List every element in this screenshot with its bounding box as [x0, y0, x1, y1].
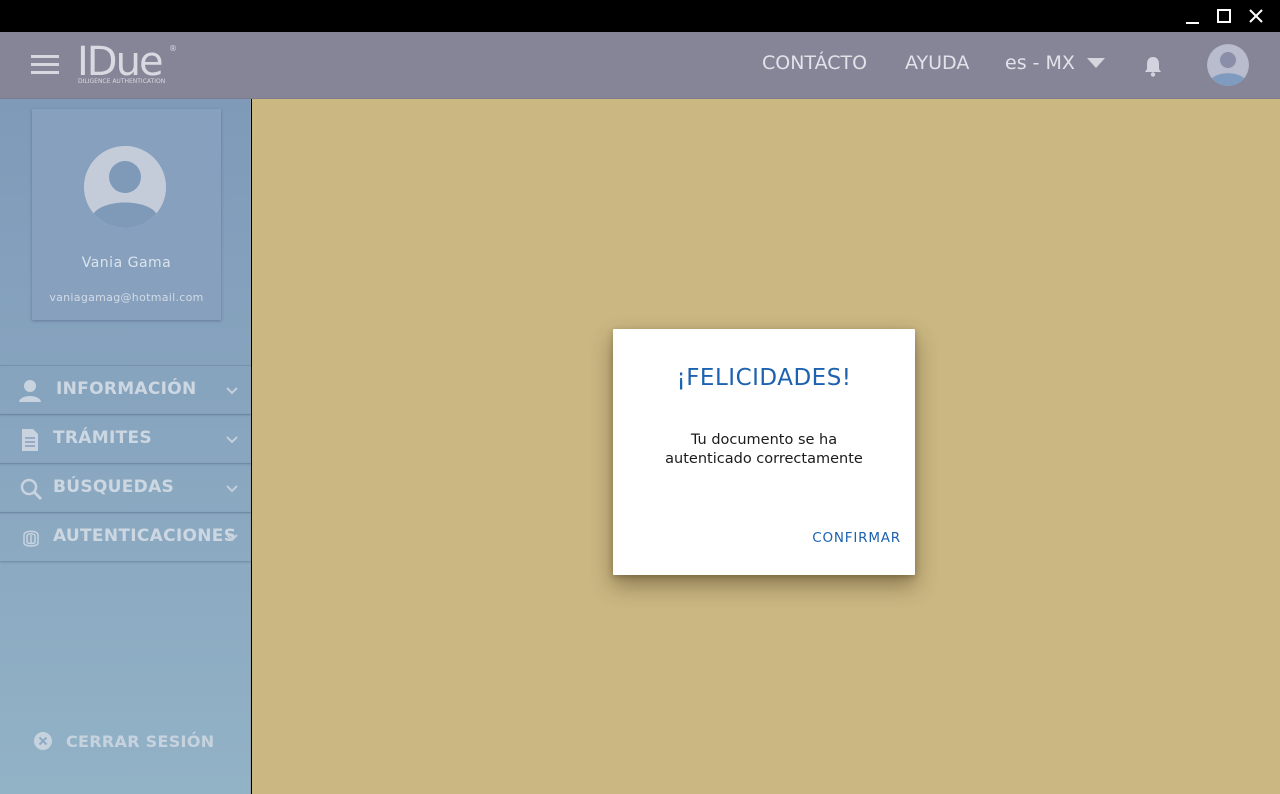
close-button[interactable]	[1240, 0, 1272, 32]
maximize-button[interactable]	[1208, 0, 1240, 32]
chevron-down-icon	[226, 534, 238, 542]
dialog-title: ¡FELICIDADES!	[676, 365, 852, 391]
language-label: es - MX	[1005, 52, 1075, 74]
logout-label: CERRAR SESIÓN	[66, 731, 215, 751]
minimize-button[interactable]	[1176, 0, 1208, 32]
dialog-message: Tu documento se ha autenticado correctam…	[665, 432, 863, 467]
nav-contacto-link[interactable]: CONTÁCTO	[762, 52, 867, 74]
language-selector[interactable]: es - MX	[1005, 52, 1105, 74]
sidebar-item-tramites[interactable]: TRÁMITES	[0, 414, 251, 463]
sidebar-item-informacion[interactable]: INFORMACIÓN	[0, 365, 251, 414]
confirm-button[interactable]: CONFIRMAR	[812, 530, 901, 546]
sidebar-item-label: INFORMACIÓN	[56, 379, 197, 399]
sidebar-item-autenticaciones[interactable]: AUTENTICACIONES	[0, 512, 251, 561]
user-avatar-icon[interactable]	[1207, 44, 1249, 86]
sidebar-item-label: TRÁMITES	[53, 428, 152, 448]
nav-ayuda-link[interactable]: AYUDA	[905, 52, 969, 74]
person-icon	[17, 378, 43, 404]
logout-button[interactable]: CERRAR SESIÓN	[33, 731, 214, 751]
profile-card: Vania Gama vaniagamag@hotmail.com	[32, 109, 221, 320]
fingerprint-icon	[18, 525, 44, 551]
chevron-down-icon	[226, 485, 238, 493]
logo[interactable]: IDue ® DILIGENCE AUTHENTICATION	[77, 40, 187, 92]
minimize-icon	[1186, 22, 1199, 24]
hamburger-menu-icon[interactable]	[31, 55, 59, 77]
document-icon	[17, 427, 43, 453]
logo-subtitle: DILIGENCE AUTHENTICATION	[78, 78, 166, 85]
close-circle-icon	[34, 732, 52, 750]
chevron-down-icon	[226, 436, 238, 444]
profile-avatar-icon	[84, 146, 166, 228]
maximize-icon	[1217, 9, 1231, 23]
sidebar-item-label: BÚSQUEDAS	[53, 477, 175, 497]
close-icon	[1249, 9, 1263, 23]
success-dialog: ¡FELICIDADES! Tu documento se ha autenti…	[613, 329, 915, 575]
sidebar: Vania Gama vaniagamag@hotmail.com INFORM…	[0, 99, 251, 794]
logo-registered-mark: ®	[169, 44, 177, 53]
window-titlebar	[0, 0, 1280, 32]
bell-icon[interactable]	[1143, 55, 1163, 77]
chevron-down-icon	[1086, 58, 1105, 68]
chevron-down-icon	[226, 387, 238, 395]
sidebar-item-label: AUTENTICACIONES	[53, 526, 237, 546]
search-icon	[18, 476, 44, 502]
app-header: IDue ® DILIGENCE AUTHENTICATION CONTÁCTO…	[0, 32, 1280, 99]
profile-email: vaniagamag@hotmail.com	[49, 291, 204, 304]
sidebar-item-busquedas[interactable]: BÚSQUEDAS	[0, 463, 251, 512]
profile-name: Vania Gama	[81, 255, 172, 271]
